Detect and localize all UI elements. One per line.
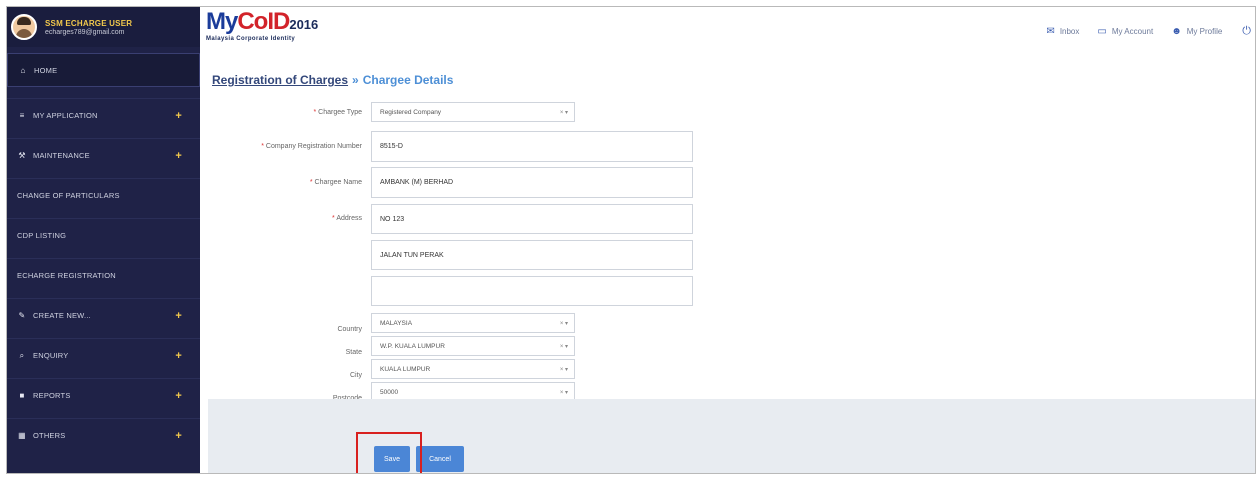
power-icon[interactable]: ⏻ — [1242, 25, 1251, 38]
top-header: MyCoID2016 Malaysia Corporate Identity ✉… — [200, 7, 1255, 47]
sidebar-item-change-of-particulars[interactable]: CHANGE OF PARTICULARS — [7, 178, 200, 212]
chargee-type-label: * Chargee Type — [313, 109, 362, 116]
country-select[interactable]: MALAYSIA × ▾ — [371, 313, 575, 333]
user-icon: ☻ — [1171, 26, 1182, 37]
sidebar-item-my-application[interactable]: ≡ MY APPLICATION + — [7, 98, 200, 132]
sidebar-item-label: ENQUIRY — [33, 351, 69, 360]
expand-plus-icon[interactable]: + — [175, 430, 182, 442]
expand-plus-icon[interactable]: + — [175, 110, 182, 122]
sidebar-item-others[interactable]: ▦ OTHERS + — [7, 418, 200, 452]
sidebar-item-label: HOME — [34, 65, 58, 75]
expand-plus-icon[interactable]: + — [175, 390, 182, 402]
state-select[interactable]: W.P. KUALA LUMPUR × ▾ — [371, 336, 575, 356]
search-icon: ⌕ — [19, 350, 25, 360]
sidebar-item-reports[interactable]: ■ REPORTS + — [7, 378, 200, 412]
breadcrumb: Registration of Charges» Chargee Details — [212, 73, 454, 87]
envelope-icon: ✉ — [1046, 26, 1055, 37]
expand-plus-icon[interactable]: + — [175, 150, 182, 162]
inbox-link[interactable]: ✉ Inbox — [1046, 26, 1079, 37]
user-email: echarges789@gmail.com — [45, 28, 125, 36]
sidebar-item-label: OTHERS — [33, 431, 66, 440]
expand-plus-icon[interactable]: + — [175, 310, 182, 322]
breadcrumb-parent-link[interactable]: Registration of Charges — [212, 73, 348, 87]
file-icon: ■ — [19, 391, 25, 400]
calendar-icon: ▦ — [18, 431, 26, 440]
sidebar-item-create-new[interactable]: ✎ CREATE NEW... + — [7, 298, 200, 332]
mycoid-logo[interactable]: MyCoID2016 Malaysia Corporate Identity — [206, 9, 318, 43]
company-registration-number-label: * Company Registration Number — [261, 143, 362, 150]
city-select[interactable]: KUALA LUMPUR × ▾ — [371, 359, 575, 379]
sidebar-item-maintenance[interactable]: ⚒ MAINTENANCE + — [7, 138, 200, 172]
sidebar-item-cdp-listing[interactable]: CDP LISTING — [7, 218, 200, 252]
sidebar-item-label: MAINTENANCE — [33, 151, 90, 160]
main-content: Registration of Charges» Chargee Details … — [200, 47, 1255, 473]
chargee-name-input[interactable]: AMBANK (M) BERHAD — [371, 167, 693, 198]
company-registration-number-input[interactable]: 8515-D — [371, 131, 693, 162]
wrench-icon: ⚒ — [18, 151, 26, 160]
cancel-button[interactable]: Cancel — [416, 446, 464, 472]
clear-dropdown-icon[interactable]: × ▾ — [560, 320, 568, 327]
breadcrumb-current: Chargee Details — [362, 73, 454, 87]
city-label: City — [349, 372, 362, 379]
edit-icon: ✎ — [18, 311, 26, 320]
clear-dropdown-icon[interactable]: × ▾ — [560, 109, 568, 116]
chargee-name-label: * Chargee Name — [309, 179, 362, 186]
avatar[interactable] — [11, 14, 37, 40]
sidebar-item-label: ECHARGE REGISTRATION — [17, 271, 116, 280]
user-box: SSM ECHARGE USER echarges789@gmail.com — [7, 7, 200, 47]
sidebar-item-label: REPORTS — [33, 391, 71, 400]
user-name: SSM ECHARGE USER — [45, 18, 133, 28]
country-label: Country — [337, 326, 362, 333]
sidebar-item-home[interactable]: ⌂ HOME — [7, 53, 200, 87]
clear-dropdown-icon[interactable]: × ▾ — [560, 343, 568, 350]
sidebar-item-label: CREATE NEW... — [33, 311, 91, 320]
clear-dropdown-icon[interactable]: × ▾ — [560, 389, 568, 396]
top-nav: ✉ Inbox ▭ My Account ☻ My Profile ⏻ — [1028, 25, 1255, 38]
address-label: * Address — [332, 215, 362, 222]
sidebar-item-echarge-registration[interactable]: ECHARGE REGISTRATION — [7, 258, 200, 292]
credit-card-icon: ▭ — [1097, 26, 1107, 37]
clear-dropdown-icon[interactable]: × ▾ — [560, 366, 568, 373]
my-account-link[interactable]: ▭ My Account — [1097, 26, 1153, 37]
expand-plus-icon[interactable]: + — [175, 350, 182, 362]
state-label: State — [345, 349, 362, 356]
address-line2-input[interactable]: JALAN TUN PERAK — [371, 240, 693, 270]
address-line1-input[interactable]: NO 123 — [371, 204, 693, 234]
app-window: SSM ECHARGE USER echarges789@gmail.com ⌂… — [6, 6, 1256, 474]
my-profile-link[interactable]: ☻ My Profile — [1171, 26, 1222, 37]
address-line3-input[interactable] — [371, 276, 693, 306]
sidebar: SSM ECHARGE USER echarges789@gmail.com ⌂… — [7, 7, 200, 473]
sidebar-item-enquiry[interactable]: ⌕ ENQUIRY + — [7, 338, 200, 372]
sidebar-item-label: CDP LISTING — [17, 231, 67, 240]
save-button-highlight — [356, 432, 422, 473]
home-icon: ⌂ — [20, 65, 26, 75]
sidebar-item-label: MY APPLICATION — [33, 111, 98, 120]
list-icon: ≡ — [19, 111, 25, 120]
chargee-type-select[interactable]: Registered Company × ▾ — [371, 102, 575, 122]
sidebar-item-label: CHANGE OF PARTICULARS — [17, 191, 120, 200]
